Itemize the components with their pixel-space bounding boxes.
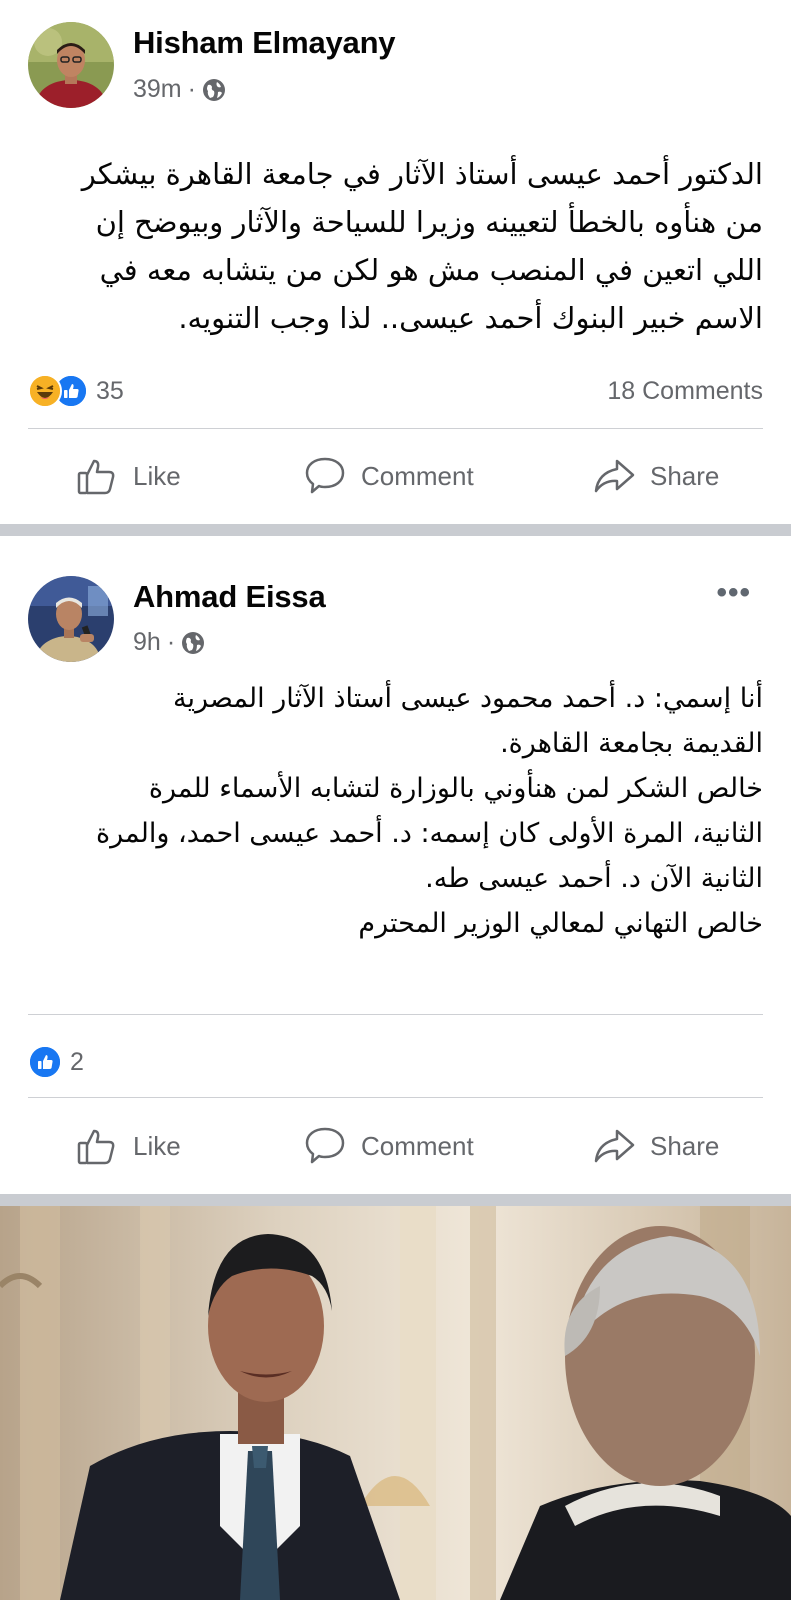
body-line: الثانية الآن د. أحمد عيسى طه. bbox=[425, 863, 763, 894]
author-name[interactable]: Ahmad Eissa bbox=[133, 579, 326, 615]
like-button[interactable]: Like bbox=[75, 446, 181, 506]
share-icon bbox=[594, 459, 635, 493]
globe-icon bbox=[202, 78, 225, 101]
share-label: Share bbox=[650, 1130, 720, 1161]
meta-dot: · bbox=[166, 628, 176, 656]
share-button[interactable]: Share bbox=[592, 1116, 719, 1176]
post-body: أنا إسمي: د. أحمد محمود عيسى أستاذ الآثا… bbox=[33, 676, 763, 946]
comment-label: Comment bbox=[361, 460, 474, 491]
comment-button[interactable]: Comment bbox=[303, 1116, 474, 1176]
photo-two-men-icon bbox=[0, 1206, 791, 1600]
comment-icon bbox=[305, 457, 345, 494]
divider bbox=[28, 1014, 763, 1015]
reactions-summary[interactable]: 2 bbox=[28, 1045, 84, 1079]
comment-label: Comment bbox=[361, 1130, 474, 1161]
reaction-count: 2 bbox=[70, 1047, 84, 1076]
haha-icon bbox=[28, 374, 62, 408]
thumbs-up-icon bbox=[77, 1129, 115, 1165]
more-options-icon[interactable]: ••• bbox=[716, 576, 751, 610]
post-ahmad: Ahmad Eissa 9h · ••• أنا إسمي: د. أحمد م… bbox=[0, 536, 791, 1194]
body-line: خالص التهاني لمعالي الوزير المحترم bbox=[358, 908, 763, 939]
share-icon bbox=[594, 1129, 635, 1163]
body-line: الثانية، المرة الأولى كان إسمه: د. أحمد … bbox=[96, 818, 763, 849]
post-separator bbox=[0, 524, 791, 536]
meta-dot: · bbox=[187, 75, 196, 103]
body-line: من هنأوه بالخطأ لتعيينه وزيرا للسياحة وا… bbox=[95, 205, 763, 239]
comments-count[interactable]: 18 Comments bbox=[607, 377, 763, 406]
post-body: الدكتور أحمد عيسى أستاذ الآثار في جامعة … bbox=[23, 150, 763, 342]
action-bar: Like Comment Share bbox=[0, 1116, 791, 1176]
post-photo[interactable] bbox=[0, 1206, 791, 1600]
action-bar: Like Comment Share bbox=[0, 446, 791, 506]
globe-icon bbox=[182, 631, 205, 654]
author-name[interactable]: Hisham Elmayany bbox=[133, 25, 396, 61]
avatar[interactable] bbox=[28, 22, 114, 108]
like-icon bbox=[28, 1045, 62, 1079]
reactions-summary[interactable]: 35 bbox=[28, 374, 124, 408]
post-meta: 39m · bbox=[133, 75, 226, 104]
body-line: خالص الشكر لمن هنأوني بالوزارة لتشابه ال… bbox=[148, 773, 763, 804]
post-separator bbox=[0, 1194, 791, 1206]
body-line: الاسم خبير البنوك أحمد عيسى.. لذا وجب ال… bbox=[178, 301, 763, 335]
share-button[interactable]: Share bbox=[592, 446, 719, 506]
like-label: Like bbox=[133, 1130, 181, 1161]
avatar[interactable] bbox=[28, 576, 114, 662]
post-time[interactable]: 9h bbox=[133, 628, 161, 657]
body-line: القديمة بجامعة القاهرة. bbox=[500, 728, 763, 759]
share-label: Share bbox=[650, 460, 720, 491]
divider bbox=[28, 428, 763, 429]
divider bbox=[28, 1097, 763, 1098]
comment-icon bbox=[305, 1127, 345, 1164]
thumbs-up-icon bbox=[77, 459, 115, 495]
like-label: Like bbox=[133, 460, 181, 491]
body-line: اللي اتعين في المنصب مش هو لكن من يتشابه… bbox=[99, 253, 763, 287]
body-line: الدكتور أحمد عيسى أستاذ الآثار في جامعة … bbox=[81, 157, 763, 191]
body-line: أنا إسمي: د. أحمد محمود عيسى أستاذ الآثا… bbox=[173, 683, 763, 714]
comment-button[interactable]: Comment bbox=[303, 446, 474, 506]
like-button[interactable]: Like bbox=[75, 1116, 181, 1176]
post-time[interactable]: 39m bbox=[133, 75, 182, 104]
reaction-count: 35 bbox=[96, 376, 124, 405]
post-hisham: Hisham Elmayany 39m · الدكتور أحمد عيسى … bbox=[0, 0, 791, 524]
post-meta: 9h · bbox=[133, 628, 205, 657]
